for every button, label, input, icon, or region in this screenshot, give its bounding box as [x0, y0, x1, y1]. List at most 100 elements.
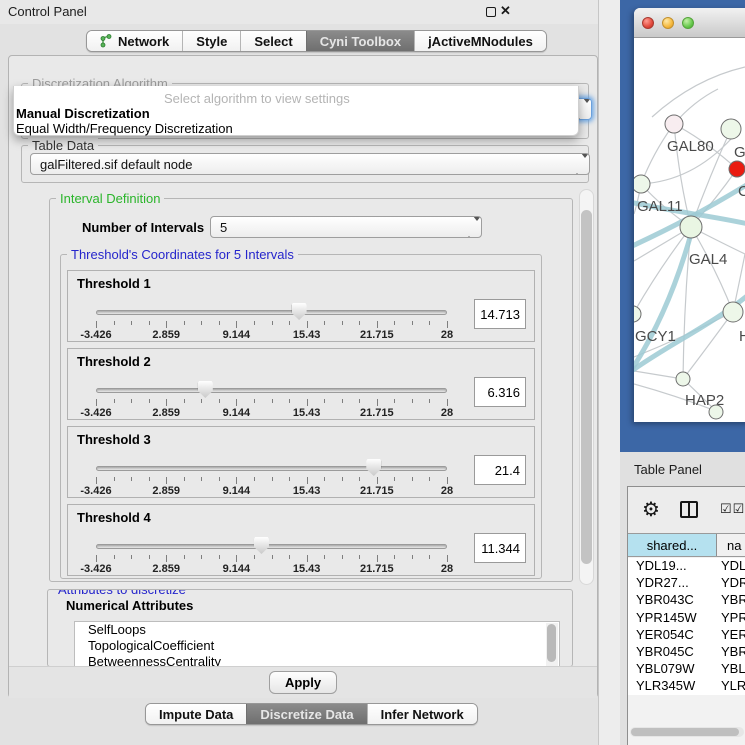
- panel-splitter[interactable]: [598, 0, 620, 745]
- tab-style[interactable]: Style: [182, 31, 240, 51]
- threshold-value-field[interactable]: 6.316: [474, 377, 526, 407]
- network-node-c[interactable]: [729, 161, 745, 177]
- table-row[interactable]: YPR145WYPR1: [628, 610, 745, 627]
- tab-network[interactable]: Network: [87, 31, 182, 51]
- algorithm-dropdown-popup: Select algorithm to view settings Manual…: [13, 86, 579, 136]
- network-node-h[interactable]: [723, 302, 743, 322]
- column-header-name[interactable]: na: [717, 534, 745, 556]
- slider-track[interactable]: [96, 310, 447, 315]
- threshold-value-field[interactable]: 11.344: [474, 533, 526, 563]
- slider-thumb[interactable]: [366, 459, 381, 476]
- network-canvas[interactable]: GAL80GACGAL11GAL4HGCY1HAP2: [634, 39, 745, 422]
- cell-shared-name[interactable]: YDL19...: [628, 558, 717, 575]
- table-row[interactable]: YBL079WYBL0: [628, 661, 745, 678]
- threshold-value-field[interactable]: 21.4: [474, 455, 526, 485]
- cell-name[interactable]: YBR0: [717, 592, 745, 609]
- vertical-scrollbar[interactable]: [579, 189, 594, 585]
- horizontal-scrollbar[interactable]: [630, 727, 744, 737]
- slider-tick-label: 9.144: [223, 407, 251, 419]
- scrollbar-thumb[interactable]: [547, 624, 556, 662]
- zoom-traffic-light-icon[interactable]: [682, 17, 694, 29]
- slider-tick-label: 2.859: [152, 329, 180, 341]
- minimize-traffic-light-icon[interactable]: [662, 17, 674, 29]
- slider-thumb[interactable]: [198, 381, 213, 398]
- slider-tick: [96, 321, 97, 328]
- tab-select[interactable]: Select: [240, 31, 305, 51]
- slider-tick: [149, 399, 150, 403]
- scrollbar-thumb[interactable]: [631, 728, 739, 736]
- cell-name[interactable]: YBR0: [717, 644, 745, 661]
- tab-impute-data[interactable]: Impute Data: [146, 704, 246, 724]
- table-row[interactable]: YDL19...YDL1: [628, 558, 745, 575]
- list-scrollbar[interactable]: [546, 623, 558, 667]
- threshold-slider[interactable]: -3.4262.8599.14415.4321.71528: [96, 541, 449, 575]
- slider-track[interactable]: [96, 544, 447, 549]
- cell-name[interactable]: YER0: [717, 627, 745, 644]
- tab-cyni-toolbox[interactable]: Cyni Toolbox: [306, 31, 414, 51]
- cell-shared-name[interactable]: YDR27...: [628, 575, 717, 592]
- network-edge[interactable]: [691, 227, 733, 312]
- column-header-shared-name[interactable]: shared...: [628, 534, 717, 556]
- float-window-icon[interactable]: [486, 7, 496, 17]
- cell-shared-name[interactable]: YPR145W: [628, 610, 717, 627]
- network-node-ga[interactable]: [721, 119, 741, 139]
- threshold-slider[interactable]: -3.4262.8599.14415.4321.71528: [96, 385, 449, 419]
- attribute-item-selfloops[interactable]: SelfLoops: [75, 622, 559, 638]
- threshold-slider[interactable]: -3.4262.8599.14415.4321.71528: [96, 463, 449, 497]
- table-panel-title: Table Panel: [634, 462, 702, 477]
- cell-name[interactable]: YLR3: [717, 678, 745, 695]
- cell-shared-name[interactable]: YBL079W: [628, 661, 717, 678]
- apply-button[interactable]: Apply: [269, 671, 337, 694]
- table-row[interactable]: YER054CYER0: [628, 627, 745, 644]
- scrollbar-thumb[interactable]: [581, 210, 592, 564]
- slider-tick-label: -3.426: [80, 407, 111, 419]
- threshold-slider[interactable]: -3.4262.8599.14415.4321.71528: [96, 307, 449, 341]
- network-node-label: C: [738, 183, 745, 200]
- slider-track[interactable]: [96, 388, 447, 393]
- apply-strip: Apply: [9, 666, 597, 698]
- network-node-gal80[interactable]: [665, 115, 683, 133]
- cell-shared-name[interactable]: YLR345W: [628, 678, 717, 695]
- attributes-listbox[interactable]: SelfLoopsTopologicalCoefficientBetweenne…: [74, 621, 560, 667]
- close-traffic-light-icon[interactable]: [642, 17, 654, 29]
- network-edge[interactable]: [652, 67, 745, 117]
- tab-infer-network[interactable]: Infer Network: [367, 704, 477, 724]
- gear-icon[interactable]: ⚙: [642, 497, 660, 522]
- cell-name[interactable]: YBL0: [717, 661, 745, 678]
- network-node-hap2[interactable]: [676, 372, 690, 386]
- popup-option-equal-width-frequency-discretization[interactable]: Equal Width/Frequency Discretization: [16, 121, 233, 136]
- number-of-intervals-combo[interactable]: 5: [210, 216, 482, 238]
- threshold-value-field[interactable]: 14.713: [474, 299, 526, 329]
- cell-shared-name[interactable]: YBR045C: [628, 644, 717, 661]
- tab-jactivemnodules[interactable]: jActiveMNodules: [414, 31, 546, 51]
- slider-thumb[interactable]: [292, 303, 307, 320]
- cell-shared-name[interactable]: YER054C: [628, 627, 717, 644]
- slider-tick: [254, 555, 255, 559]
- network-node[interactable]: [709, 405, 723, 419]
- table-row[interactable]: YDR27...YDR2: [628, 575, 745, 592]
- network-node-gal4[interactable]: [680, 216, 702, 238]
- cell-name[interactable]: YPR1: [717, 610, 745, 627]
- table-row[interactable]: YBR045CYBR0: [628, 644, 745, 661]
- table-row[interactable]: YBR043CYBR0: [628, 592, 745, 609]
- slider-tick-label: 21.715: [360, 563, 394, 575]
- network-node-gal11[interactable]: [634, 175, 650, 193]
- top-tab-bar: NetworkStyleSelectCyni ToolboxjActiveMNo…: [86, 30, 547, 52]
- popup-option-manual-discretization[interactable]: Manual Discretization: [16, 106, 150, 121]
- close-icon[interactable]: ✕: [500, 3, 511, 19]
- slider-thumb[interactable]: [254, 537, 269, 554]
- cell-name[interactable]: YDL1: [717, 558, 745, 575]
- slider-tick: [96, 399, 97, 406]
- table-row[interactable]: YLR345WYLR3: [628, 678, 745, 695]
- slider-track[interactable]: [96, 466, 447, 471]
- tab-discretize-data[interactable]: Discretize Data: [246, 704, 366, 724]
- split-column-icon[interactable]: [680, 501, 698, 518]
- cell-shared-name[interactable]: YBR043C: [628, 592, 717, 609]
- slider-tick-label: 9.144: [223, 329, 251, 341]
- node-table-frame: ⚙ ☑☑ shared... na YDL19...YDL1YDR27...YD…: [627, 486, 745, 745]
- cell-name[interactable]: YDR2: [717, 575, 745, 592]
- checkbox-icons[interactable]: ☑☑: [720, 501, 745, 517]
- table-data-combo[interactable]: galFiltered.sif default node: [30, 153, 590, 175]
- network-node-gcy1[interactable]: [634, 306, 641, 322]
- attribute-item-topologicalcoefficient[interactable]: TopologicalCoefficient: [75, 638, 559, 654]
